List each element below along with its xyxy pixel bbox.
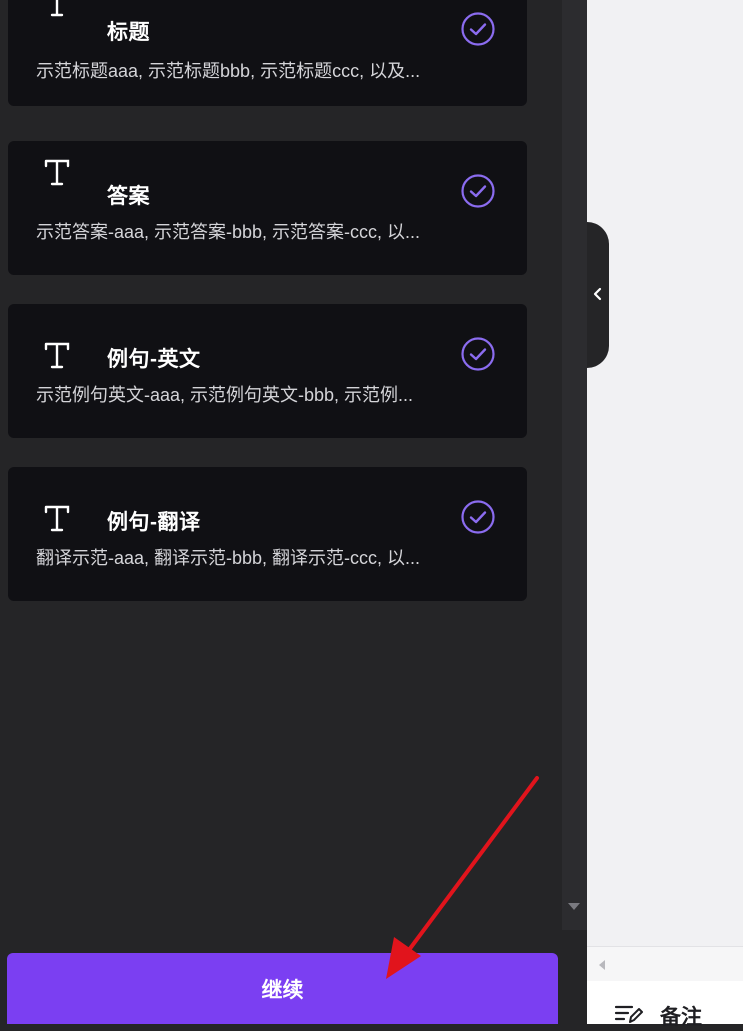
text-type-icon <box>50 0 64 17</box>
scroll-left-arrow-icon[interactable] <box>599 960 605 970</box>
field-card-example-translation[interactable]: 例句-翻译 翻译示范-aaa, 翻译示范-bbb, 翻译示范-ccc, 以... <box>8 467 527 601</box>
field-card-answer[interactable]: 答案 示范答案-aaa, 示范答案-bbb, 示范答案-ccc, 以... <box>8 141 527 275</box>
check-circle-icon[interactable] <box>460 336 496 372</box>
scroll-down-arrow-icon[interactable] <box>568 903 580 910</box>
field-card-title-label: 例句-翻译 <box>107 511 201 534</box>
collapse-panel-button[interactable] <box>587 222 609 368</box>
field-card-title-label: 例句-英文 <box>107 348 201 371</box>
field-card-title-label: 答案 <box>107 185 150 208</box>
field-card-description: 示范标题aaa, 示范标题bbb, 示范标题ccc, 以及... <box>36 61 421 81</box>
notes-bar[interactable]: 备注 <box>587 981 743 1029</box>
check-circle-icon[interactable] <box>460 173 496 209</box>
field-selection-panel: 标题 示范标题aaa, 示范标题bbb, 示范标题ccc, 以及... 答案 示… <box>0 0 587 1024</box>
vertical-scrollbar[interactable] <box>562 0 587 930</box>
notes-label: 备注 <box>660 1006 702 1029</box>
field-card-example-english[interactable]: 例句-英文 示范例句英文-aaa, 示范例句英文-bbb, 示范例... <box>8 304 527 438</box>
field-card-description: 示范答案-aaa, 示范答案-bbb, 示范答案-ccc, 以... <box>36 222 421 242</box>
field-list[interactable]: 标题 示范标题aaa, 示范标题bbb, 示范标题ccc, 以及... 答案 示… <box>0 0 562 930</box>
notes-edit-icon <box>614 1005 643 1023</box>
chevron-left-icon <box>593 287 602 301</box>
field-card-title[interactable]: 标题 示范标题aaa, 示范标题bbb, 示范标题ccc, 以及... <box>8 0 527 106</box>
text-type-icon <box>44 159 70 186</box>
canvas-area <box>587 0 743 1024</box>
field-card-title-label: 标题 <box>107 21 150 44</box>
continue-button[interactable]: 继续 <box>7 953 558 1024</box>
horizontal-scrollbar[interactable] <box>587 946 743 981</box>
field-card-description: 翻译示范-aaa, 翻译示范-bbb, 翻译示范-ccc, 以... <box>36 548 421 568</box>
text-type-icon <box>44 342 70 369</box>
field-card-description: 示范例句英文-aaa, 示范例句英文-bbb, 示范例... <box>36 385 414 405</box>
check-circle-icon[interactable] <box>460 499 496 535</box>
text-type-icon <box>44 505 70 532</box>
check-circle-icon[interactable] <box>460 11 496 47</box>
